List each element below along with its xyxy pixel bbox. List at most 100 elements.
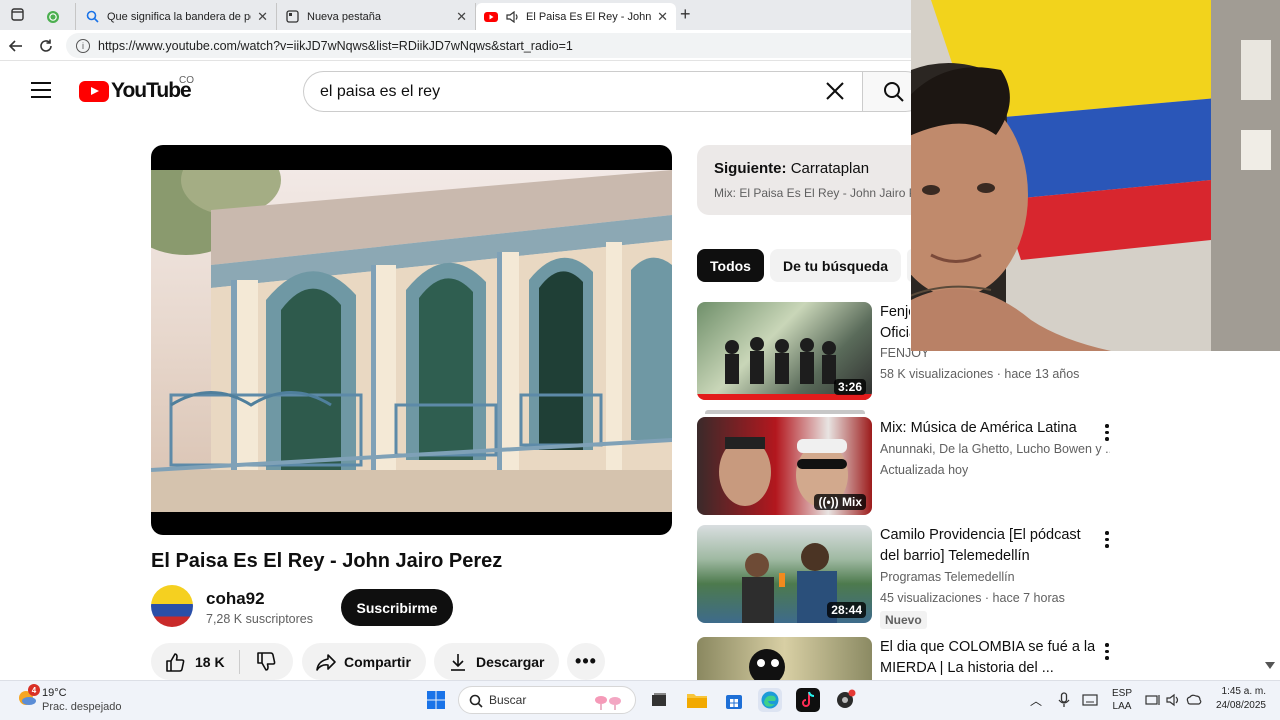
rec-2-more-icon[interactable]	[1100, 424, 1114, 441]
dislike-button[interactable]	[254, 650, 278, 674]
tab-title: Que significa la bandera de pereira	[107, 10, 251, 23]
chip-todos[interactable]: Todos	[697, 249, 764, 282]
clock-time: 1:45 a. m.	[1221, 686, 1266, 697]
battery-icon[interactable]	[1182, 688, 1206, 712]
search-query-text: el paisa es el rey	[320, 82, 441, 100]
microphone-icon[interactable]	[1052, 688, 1076, 712]
like-count: 18 K	[195, 653, 225, 670]
flamingo-highlight-icon	[591, 690, 627, 713]
tab-title: El Paisa Es El Rey - John Jairo Perez	[526, 10, 652, 23]
task-view-icon[interactable]	[647, 688, 671, 712]
windows-start-icon[interactable]	[424, 688, 448, 712]
tab-actions-menu-icon[interactable]	[6, 5, 28, 23]
youtube-logo[interactable]: YouTube CO	[79, 75, 194, 103]
keyboard-tray-icon[interactable]	[1078, 688, 1102, 712]
tab-youtube-active[interactable]: El Paisa Es El Rey - John Jairo Perez ✕	[476, 3, 676, 30]
like-dislike-group: 18 K	[151, 643, 293, 680]
rec-3-more-icon[interactable]	[1100, 531, 1114, 548]
share-button[interactable]: Compartir	[302, 643, 426, 680]
tab-title: Nueva pestaña	[307, 10, 381, 23]
download-button[interactable]: Descargar	[434, 643, 559, 680]
rec-4-title-line2[interactable]: MIERDA | La historia del ...	[880, 658, 1095, 679]
search-icon	[85, 10, 99, 24]
menu-icon[interactable]	[31, 82, 51, 98]
weather-alert-badge: 4	[28, 684, 40, 696]
language-indicator[interactable]: ESP LAA	[1112, 688, 1132, 712]
like-button[interactable]	[163, 650, 187, 674]
rec-4-title-line1[interactable]: El dia que COLOMBIA se fué a la	[880, 637, 1095, 658]
media-player-icon[interactable]	[833, 688, 857, 712]
close-tab-icon[interactable]: ✕	[456, 9, 467, 25]
url-text: https://www.youtube.com/watch?v=iikJD7wN…	[98, 38, 573, 53]
channel-avatar[interactable]	[151, 585, 193, 627]
audio-playing-icon[interactable]	[506, 10, 520, 24]
download-label: Descargar	[476, 653, 545, 670]
channel-name[interactable]: coha92	[206, 589, 265, 609]
search-input[interactable]: el paisa es el rey	[303, 71, 863, 112]
up-next-prefix: Siguiente:	[714, 160, 787, 177]
share-icon	[314, 650, 338, 674]
new-badge: Nuevo	[880, 611, 927, 629]
rec-3-channel[interactable]: Programas Telemedellín	[880, 570, 1015, 584]
system-clock[interactable]: 1:45 a. m. 24/08/2025	[1210, 686, 1266, 711]
taskbar-search-placeholder: Buscar	[489, 693, 527, 707]
country-code: CO	[179, 75, 194, 86]
more-actions-button[interactable]: •••	[567, 643, 605, 680]
whatsapp-icon	[46, 10, 60, 24]
reload-icon[interactable]	[36, 36, 56, 56]
thumbs-down-icon	[256, 651, 275, 671]
site-info-icon[interactable]: i	[76, 38, 90, 53]
rec-1-title-line2[interactable]: Oficial)	[880, 323, 910, 344]
tab-new-tab[interactable]: Nueva pestaña ✕	[277, 3, 476, 30]
show-hidden-icons-chevron[interactable]: ︿	[1030, 692, 1042, 709]
tab-search-bandera[interactable]: Que significa la bandera de pereira ✕	[77, 3, 277, 30]
video-player[interactable]	[151, 145, 672, 535]
rec-3-title-line2[interactable]: del barrio] Telemedellín	[880, 546, 1095, 567]
up-next-title: Carrataplan	[790, 160, 870, 177]
back-arrow-icon[interactable]	[6, 36, 26, 56]
new-tab-plus-icon[interactable]: +	[680, 4, 691, 25]
thumbnail-rec-4[interactable]	[697, 637, 872, 680]
video-frame	[151, 170, 672, 512]
clock-date: 24/08/2025	[1215, 700, 1266, 711]
rec-2-meta: Actualizada hoy	[880, 463, 969, 477]
microsoft-store-icon[interactable]	[722, 688, 746, 712]
duration-badge: 3:26	[833, 379, 866, 395]
clear-search-icon[interactable]	[825, 81, 845, 107]
tab-whatsapp[interactable]	[38, 3, 76, 30]
file-explorer-icon[interactable]	[685, 688, 709, 712]
rec-1-title-line1[interactable]: Fenjoy - El Paisa Es El Rey (Video	[880, 302, 910, 323]
thumbnail-rec-3[interactable]: 28:44	[697, 525, 872, 623]
close-tab-icon[interactable]: ✕	[257, 9, 268, 25]
rec-2-artists: Anunnaki, De la Ghetto, Lucho Bowen y ..…	[880, 442, 1110, 456]
taskbar-search[interactable]: Buscar	[458, 686, 636, 714]
rec-2-title[interactable]: Mix: Música de América Latina	[880, 418, 1095, 439]
youtube-play-icon	[79, 80, 109, 102]
url-field[interactable]: i https://www.youtube.com/watch?v=iikJD7…	[66, 33, 926, 58]
more-horizontal-icon: •••	[575, 651, 597, 671]
thumbnail-rec-2[interactable]: ((•)) Mix	[697, 417, 872, 515]
share-label: Compartir	[344, 653, 411, 670]
weather-desc: Prac. despejado	[42, 701, 122, 713]
download-icon	[446, 650, 470, 674]
edge-browser-icon[interactable]	[758, 688, 782, 712]
subscribe-button[interactable]: Suscribirme	[341, 589, 453, 626]
thumbnail-rec-1[interactable]: 3:26	[697, 302, 872, 400]
scroll-down-arrow-icon[interactable]	[1265, 662, 1275, 669]
up-next-panel[interactable]: Siguiente: Carrataplan Mix: El Paisa Es …	[697, 145, 927, 215]
search-icon	[884, 81, 904, 102]
tiktok-icon[interactable]	[796, 688, 820, 712]
youtube-favicon-icon	[484, 10, 498, 24]
chip-de-tu-busqueda[interactable]: De tu búsqueda	[770, 249, 902, 282]
rec-3-title-line1[interactable]: Camilo Providencia [El pódcast	[880, 525, 1095, 546]
webcam-overlay	[911, 0, 1280, 351]
subscriber-count: 7,28 K suscriptores	[206, 612, 313, 626]
rec-4-more-icon[interactable]	[1100, 643, 1114, 660]
thumbs-up-icon	[166, 652, 185, 672]
like-divider	[238, 649, 240, 674]
video-title: El Paisa Es El Rey - John Jairo Perez	[151, 550, 503, 572]
search-icon	[469, 694, 483, 708]
rec-3-meta: 45 visualizaciones · hace 7 horas	[880, 591, 1065, 605]
close-tab-icon[interactable]: ✕	[657, 9, 668, 25]
up-next-playlist: Mix: El Paisa Es El Rey - John Jairo Per…	[714, 186, 927, 200]
